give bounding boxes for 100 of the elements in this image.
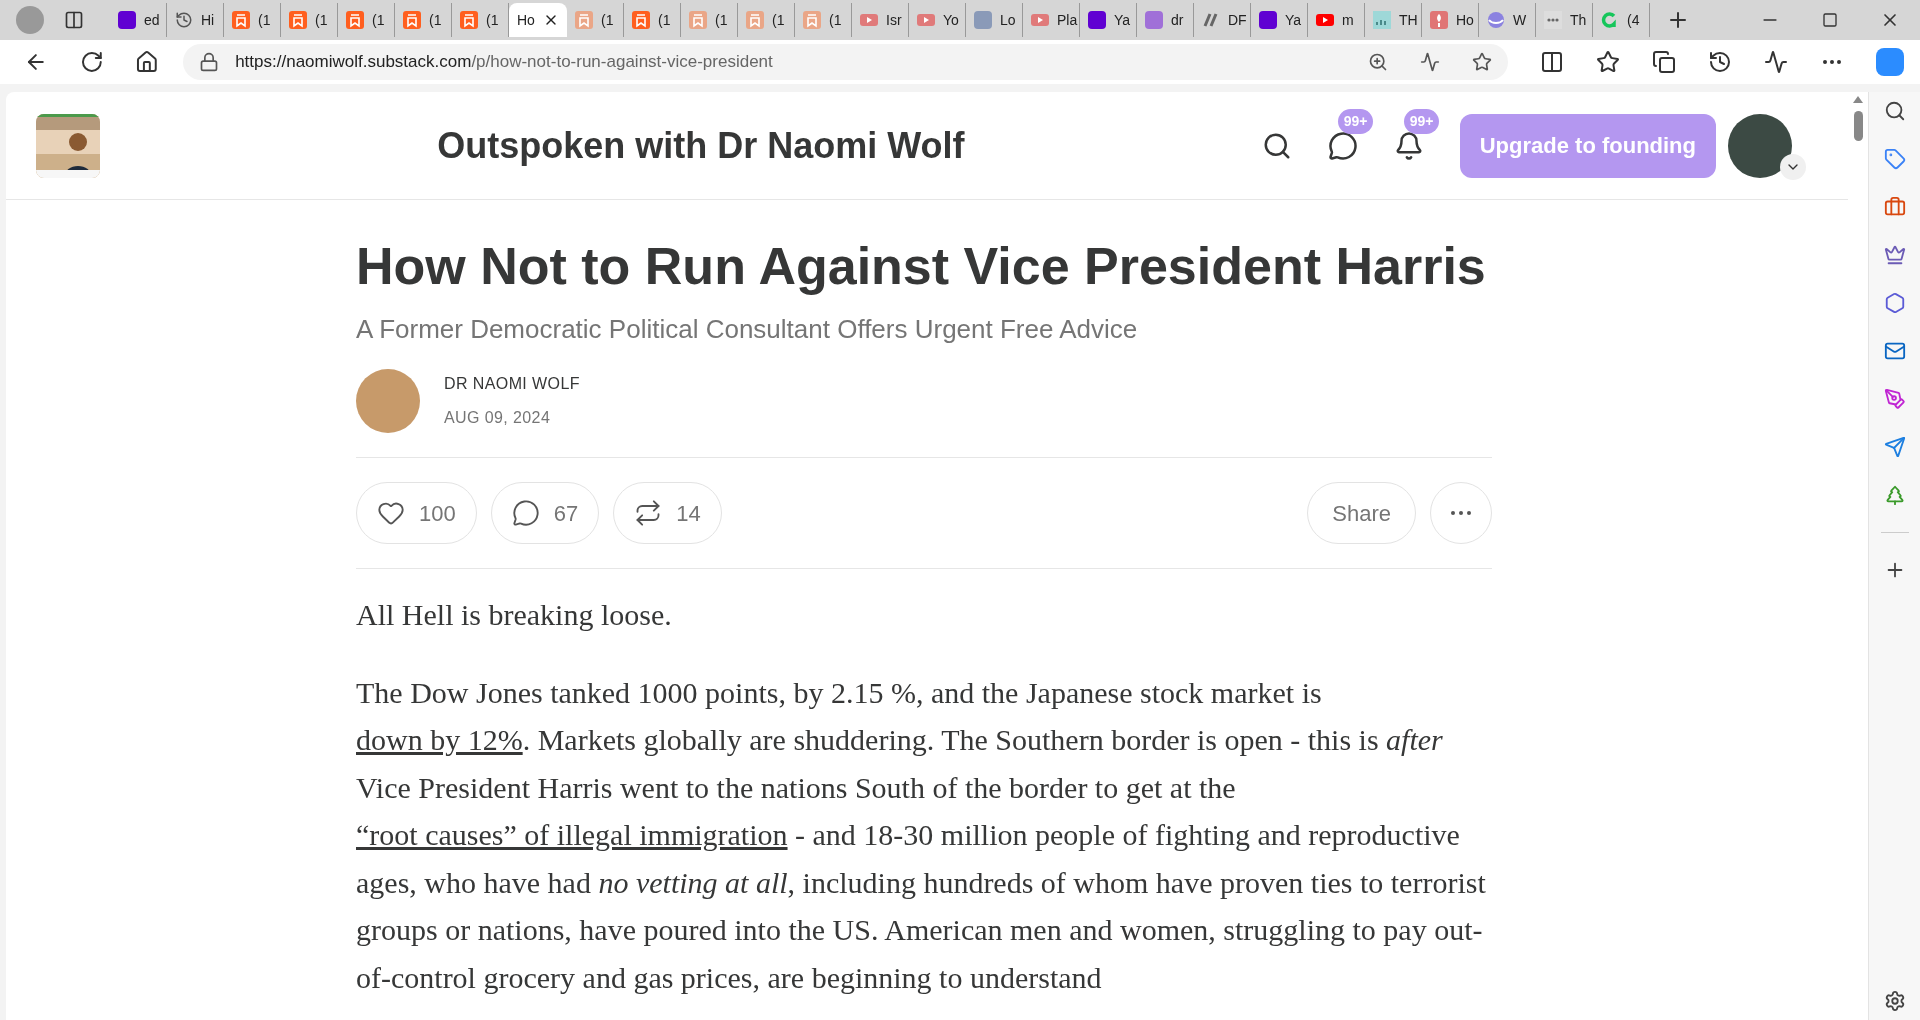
tab-title: Hi — [201, 10, 215, 30]
menu-toggle[interactable] — [1780, 153, 1806, 180]
hexagon-icon[interactable] — [1883, 292, 1906, 314]
text-link[interactable]: “root causes” of illegal immigration — [356, 818, 788, 851]
tab-title: (1 — [715, 10, 728, 30]
browser-tab[interactable]: Ya — [1080, 3, 1137, 37]
tab-title: (4 — [1627, 10, 1640, 30]
tab-title: W — [1513, 10, 1527, 30]
browser-tab[interactable]: dr — [1137, 3, 1194, 37]
tab-title: DF — [1228, 10, 1247, 30]
bookmark-icon — [746, 11, 764, 29]
browser-tab[interactable]: Ya — [1251, 3, 1308, 37]
browser-tab[interactable]: Lo — [966, 3, 1023, 37]
tile-icon — [1259, 11, 1277, 29]
publication-title[interactable]: Outspoken with Dr Naomi Wolf — [100, 118, 1262, 173]
settings-icon[interactable] — [1883, 990, 1906, 1012]
lock-icon — [199, 52, 220, 72]
browser-tab[interactable]: (1 — [452, 3, 509, 37]
browser-tab[interactable]: Hi — [167, 3, 224, 37]
author-name[interactable]: DR NAOMI WOLF — [444, 372, 580, 396]
globe-icon — [1487, 11, 1505, 29]
browser-tab[interactable]: TH — [1365, 3, 1422, 37]
tab-title: (1 — [315, 10, 328, 30]
history-icon[interactable] — [1708, 50, 1732, 74]
browser-tab[interactable]: Th — [1536, 3, 1593, 37]
tag-icon[interactable] — [1883, 148, 1906, 170]
dots-icon — [1544, 11, 1562, 29]
bookmark-icon — [575, 11, 593, 29]
browser-tab[interactable]: (1 — [338, 3, 395, 37]
article-subtitle: A Former Democratic Political Consultant Offers Urgent Free Advice — [356, 313, 1139, 346]
copilot-icon[interactable] — [1876, 48, 1904, 76]
chat-icon[interactable] — [1327, 130, 1358, 161]
tab-title: Pla — [1057, 10, 1078, 30]
pen-icon[interactable] — [1883, 388, 1906, 410]
bookmark-icon — [632, 11, 650, 29]
speech-bubble-icon — [511, 499, 540, 527]
browser-tab[interactable]: Isr — [852, 3, 909, 37]
favorite-star-icon[interactable] — [1472, 52, 1492, 72]
bookmark-icon — [689, 11, 707, 29]
browser-tab[interactable]: (1 — [281, 3, 338, 37]
tab-title: (1 — [258, 10, 271, 30]
send-icon[interactable] — [1883, 436, 1906, 458]
browser-tab[interactable]: m — [1308, 3, 1365, 37]
tab-title: (1 — [829, 10, 842, 30]
play-icon — [1031, 11, 1049, 29]
browser-tab[interactable]: (1 — [624, 3, 681, 37]
tab-title: Lo — [1000, 10, 1016, 30]
browser-tab[interactable]: (1 — [795, 3, 852, 37]
browser-tab[interactable]: (1 — [395, 3, 452, 37]
browser-tab[interactable]: (1 — [567, 3, 624, 37]
tab-title: (1 — [658, 10, 671, 30]
text-link[interactable]: down by 12% — [356, 723, 523, 756]
play-icon — [860, 11, 878, 29]
browser-tab[interactable]: Yo — [909, 3, 966, 37]
chart-icon — [1373, 11, 1391, 29]
tile-icon — [118, 11, 136, 29]
home-icon[interactable] — [135, 50, 160, 74]
tab-actions-icon[interactable] — [64, 10, 84, 30]
tab-title: Ho — [1456, 10, 1474, 30]
count-badge: 99+ — [1337, 108, 1374, 134]
play-icon — [917, 11, 935, 29]
tab-title: Yo — [943, 10, 959, 30]
zoom-icon[interactable] — [1368, 52, 1388, 72]
tab-title: Th — [1570, 10, 1587, 30]
bookmark-icon — [460, 11, 478, 29]
tab-title: TH — [1399, 10, 1418, 30]
browser-tab[interactable]: (1 — [224, 3, 281, 37]
scrollbar[interactable] — [1848, 92, 1868, 1020]
tab-title: (1 — [372, 10, 385, 30]
article-title: How Not to Run Against Vice President Harris — [356, 236, 1487, 297]
url-text: https://naomiwolf.substack.com/p/how-not-to-run-against-vice-president — [235, 51, 773, 74]
maximize-icon[interactable] — [1822, 12, 1838, 28]
browser-tab[interactable]: Pla — [1023, 3, 1080, 37]
tab-title: (1 — [486, 10, 499, 30]
post-date: AUG 09, 2024 — [444, 408, 552, 428]
tile-icon — [974, 11, 992, 29]
collections-icon[interactable] — [1652, 50, 1676, 74]
address-bar[interactable]: https://naomiwolf.substack.com/p/how-not-to-run-against-vice-president — [183, 44, 1508, 80]
browser-tab[interactable]: ed — [110, 3, 167, 37]
flame-icon — [1430, 11, 1448, 29]
browser-tab[interactable]: W — [1479, 3, 1536, 37]
browser-tab[interactable]: (1 — [738, 3, 795, 37]
browser-tab[interactable]: (4 — [1593, 3, 1650, 37]
tab-title: Ho — [517, 10, 535, 30]
browser-tab[interactable]: Ho — [1422, 3, 1479, 37]
heartbeat-icon[interactable] — [1764, 50, 1788, 74]
browser-tab[interactable]: (1 — [681, 3, 738, 37]
toolbox-icon[interactable] — [1883, 196, 1906, 218]
tab-title: Ya — [1114, 10, 1131, 30]
search-icon[interactable] — [1883, 100, 1906, 122]
reload-icon[interactable] — [79, 50, 104, 74]
mail-icon[interactable] — [1883, 340, 1906, 362]
split-screen-icon[interactable] — [1540, 50, 1564, 74]
tab-title: (1 — [772, 10, 785, 30]
tab-title: ed — [144, 10, 160, 30]
favorites-icon[interactable] — [1596, 50, 1620, 74]
ellipsis-icon — [1451, 511, 1471, 515]
browser-tab[interactable]: DF — [1194, 3, 1251, 37]
browser-tab[interactable]: Ho — [509, 3, 567, 37]
tab-title: Isr — [886, 10, 902, 30]
